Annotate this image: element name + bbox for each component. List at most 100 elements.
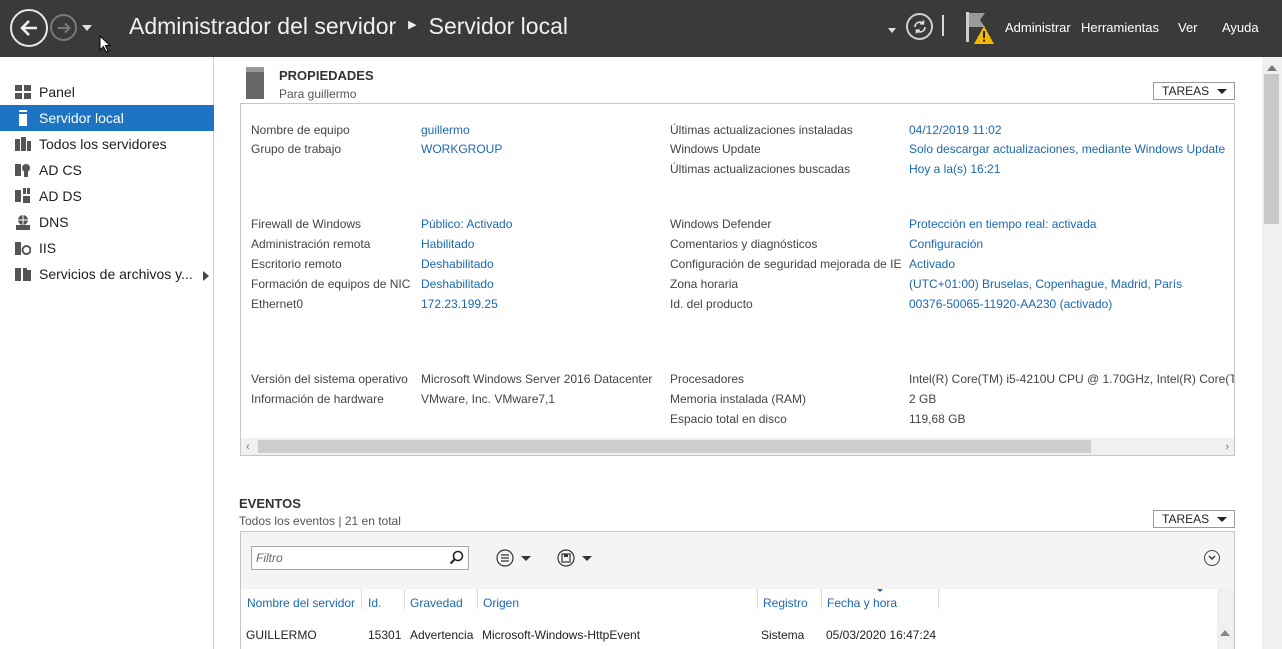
- sidebar-item-dns[interactable]: DNS: [0, 209, 214, 235]
- menu-herramientas[interactable]: Herramientas: [1081, 20, 1159, 35]
- notifications-dropdown-button[interactable]: [888, 23, 896, 37]
- breadcrumb-page-title: Servidor local: [428, 13, 568, 39]
- divider: [942, 15, 944, 36]
- sidebar-item-label: Servidor local: [39, 110, 124, 126]
- menu-ver[interactable]: Ver: [1178, 20, 1198, 35]
- events-panel: Filtro Nombre del servidor Id. Gravedad …: [240, 531, 1235, 649]
- column-divider[interactable]: [821, 589, 822, 609]
- column-header[interactable]: Id.: [368, 596, 381, 610]
- property-label: Administración remota: [251, 237, 371, 251]
- property-value-link[interactable]: (UTC+01:00) Bruselas, Copenhague, Madrid…: [909, 277, 1182, 291]
- property-value-link[interactable]: WORKGROUP: [421, 142, 502, 156]
- property-value-link[interactable]: Protección en tiempo real: activada: [909, 217, 1096, 231]
- breadcrumb-separator-icon: ▶: [408, 19, 417, 31]
- property-value: Intel(R) Core(TM) i5-4210U CPU @ 1.70GHz…: [909, 372, 1234, 386]
- property-label: Información de hardware: [251, 392, 384, 406]
- table-cell[interactable]: Advertencia: [410, 628, 473, 642]
- scrollbar-thumb[interactable]: [1264, 74, 1279, 224]
- column-divider[interactable]: [404, 589, 405, 609]
- sidebar-item-ad-cs[interactable]: AD CS: [0, 157, 214, 183]
- sidebar-item-ad-ds[interactable]: AD DS: [0, 183, 214, 209]
- view-options-button[interactable]: [496, 549, 531, 567]
- events-title: EVENTOS: [239, 496, 301, 511]
- column-header[interactable]: Nombre del servidor: [247, 596, 355, 610]
- tasks-label: TAREAS: [1162, 84, 1210, 98]
- properties-horizontal-scrollbar[interactable]: ‹ ›: [241, 438, 1234, 455]
- sidebar-item-servicios-de-archivos[interactable]: Servicios de archivos y...: [0, 261, 214, 287]
- events-table: Nombre del servidor Id. Gravedad Origen …: [241, 589, 1234, 649]
- notifications-flag-button[interactable]: [963, 12, 997, 51]
- dashboard-icon: [14, 83, 32, 101]
- property-label: Memoria instalada (RAM): [670, 392, 807, 406]
- events-tasks-dropdown[interactable]: TAREAS: [1153, 510, 1235, 528]
- table-cell[interactable]: 05/03/2020 16:47:24: [826, 628, 936, 642]
- column-divider[interactable]: [938, 589, 939, 609]
- property-value-link[interactable]: Activado: [909, 257, 955, 271]
- property-value-link[interactable]: Solo descargar actualizaciones, mediante…: [909, 142, 1225, 156]
- column-header[interactable]: Origen: [483, 596, 519, 610]
- forward-arrow-icon: [57, 22, 71, 33]
- scroll-up-icon[interactable]: [1267, 60, 1277, 74]
- property-label: Firewall de Windows: [251, 217, 362, 231]
- filter-input[interactable]: Filtro: [251, 546, 469, 570]
- column-header[interactable]: Fecha y hora: [827, 596, 897, 610]
- property-value-link[interactable]: guillermo: [421, 123, 470, 137]
- property-label: Últimas actualizaciones instaladas: [670, 123, 853, 137]
- property-value-link[interactable]: Deshabilitado: [421, 257, 494, 271]
- property-value-link[interactable]: 00376-50065-11920-AA230 (activado): [909, 297, 1112, 311]
- property-label: Escritorio remoto: [251, 257, 342, 271]
- chevron-down-icon: [888, 28, 896, 33]
- sidebar-item-todos-los-servidores[interactable]: Todos los servidores: [0, 131, 214, 157]
- menu-ayuda[interactable]: Ayuda: [1222, 20, 1259, 35]
- back-button[interactable]: [10, 9, 48, 47]
- history-dropdown-button[interactable]: [82, 21, 92, 35]
- column-divider[interactable]: [361, 589, 362, 609]
- all-servers-icon: [14, 135, 32, 153]
- back-arrow-icon: [20, 20, 37, 36]
- filter-placeholder: Filtro: [256, 551, 283, 565]
- property-value-link[interactable]: Público: Activado: [421, 217, 512, 231]
- property-value-link[interactable]: 172.23.199.25: [421, 297, 498, 311]
- list-options-icon: [496, 549, 514, 567]
- expand-button[interactable]: [1204, 550, 1220, 566]
- menu-administrar[interactable]: Administrar: [1005, 20, 1071, 35]
- property-label: Id. del producto: [670, 297, 753, 311]
- property-value-link[interactable]: Habilitado: [421, 237, 474, 251]
- main-vertical-scrollbar[interactable]: [1262, 57, 1282, 649]
- sidebar: Panel Servidor local Todos los servidore…: [0, 57, 214, 649]
- iis-icon: [14, 239, 32, 257]
- scroll-right-icon[interactable]: ›: [1225, 441, 1229, 453]
- search-icon[interactable]: [449, 550, 464, 568]
- expand-arrow-icon[interactable]: [203, 268, 209, 284]
- sidebar-item-servidor-local[interactable]: Servidor local: [0, 105, 214, 131]
- property-label: Procesadores: [670, 372, 745, 386]
- column-header[interactable]: Gravedad: [410, 596, 463, 610]
- refresh-icon: [913, 20, 926, 33]
- table-cell[interactable]: Microsoft-Windows-HttpEvent: [482, 628, 640, 642]
- properties-tasks-dropdown[interactable]: TAREAS: [1153, 82, 1235, 100]
- sidebar-item-label: AD DS: [39, 188, 82, 204]
- column-divider[interactable]: [477, 589, 478, 609]
- property-value-link[interactable]: Deshabilitado: [421, 277, 494, 291]
- property-value-link[interactable]: Configuración: [909, 237, 983, 251]
- property-value-link[interactable]: 04/12/2019 11:02: [909, 123, 1002, 137]
- refresh-button[interactable]: [906, 13, 933, 40]
- forward-button[interactable]: [50, 14, 77, 41]
- save-query-button[interactable]: [557, 549, 592, 567]
- column-header[interactable]: Registro: [763, 596, 808, 610]
- events-vertical-scrollbar[interactable]: [1217, 589, 1234, 649]
- scrollbar-thumb[interactable]: [258, 440, 1091, 453]
- table-cell[interactable]: 15301: [368, 628, 401, 642]
- scroll-up-icon[interactable]: [1220, 625, 1230, 639]
- column-divider[interactable]: [757, 589, 758, 609]
- scroll-left-icon[interactable]: ‹: [246, 441, 250, 453]
- table-cell[interactable]: GUILLERMO: [246, 628, 317, 642]
- sidebar-item-panel[interactable]: Panel: [0, 79, 214, 105]
- breadcrumb-app-title[interactable]: Administrador del servidor: [129, 13, 396, 40]
- property-value-link[interactable]: Hoy a la(s) 16:21: [909, 162, 1000, 176]
- ad-cs-icon: [14, 161, 32, 179]
- chevron-down-icon: [82, 25, 92, 31]
- save-icon: [557, 549, 575, 567]
- sidebar-item-iis[interactable]: IIS: [0, 235, 214, 261]
- table-cell[interactable]: Sistema: [761, 628, 804, 642]
